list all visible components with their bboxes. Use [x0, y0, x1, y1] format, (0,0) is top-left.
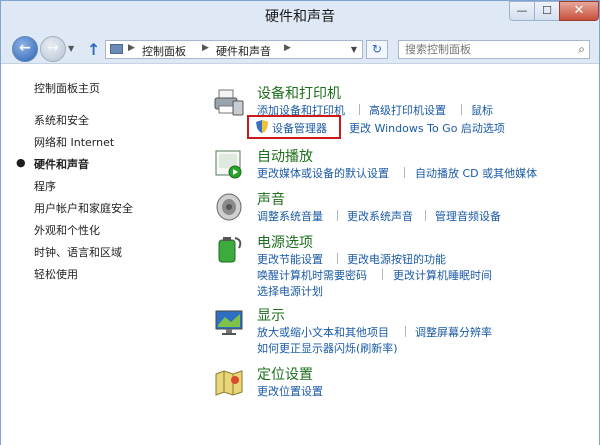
link-separator	[359, 104, 360, 115]
link-windows-to-go[interactable]: 更改 Windows To Go 启动选项	[349, 120, 505, 136]
link-autoplay-cd[interactable]: 自动播放 CD 或其他媒体	[415, 165, 537, 181]
monitor-icon[interactable]	[213, 307, 245, 339]
address-bar[interactable]: ▶ 控制面板 ▶ 硬件和声音 ▶ ▼	[105, 40, 363, 59]
category-title-devices-printers[interactable]: 设备和打印机	[257, 83, 341, 103]
link-choose-power-plan[interactable]: 选择电源计划	[257, 283, 323, 299]
breadcrumb-control-panel[interactable]: 控制面板	[142, 43, 186, 59]
link-change-default-media-settings[interactable]: 更改媒体或设备的默认设置	[257, 165, 389, 181]
back-arrow-icon: ←	[19, 40, 31, 56]
link-manage-audio-devices[interactable]: 管理音频设备	[435, 208, 501, 224]
minimize-button[interactable]: —	[509, 1, 535, 21]
category-title-autoplay[interactable]: 自动播放	[257, 146, 313, 166]
minimize-icon: —	[516, 4, 528, 17]
link-change-system-sounds[interactable]: 更改系统声音	[347, 208, 413, 224]
link-make-text-larger-smaller[interactable]: 放大或缩小文本和其他项目	[257, 324, 389, 340]
link-adjust-system-volume[interactable]: 调整系统音量	[257, 208, 323, 224]
category-title-location-settings[interactable]: 定位设置	[257, 364, 313, 384]
sidebar-item-appearance[interactable]: 外观和个性化	[34, 222, 100, 238]
refresh-icon: ↻	[371, 42, 383, 56]
device-manager-highlight-box	[247, 115, 341, 139]
address-dropdown-icon[interactable]: ▼	[351, 45, 357, 54]
battery-icon[interactable]	[213, 234, 245, 266]
current-item-bullet: ●	[16, 156, 26, 169]
search-input[interactable]	[399, 41, 565, 57]
link-separator	[337, 253, 338, 264]
link-change-power-saving-settings[interactable]: 更改节能设置	[257, 251, 323, 267]
autoplay-icon[interactable]	[213, 148, 245, 180]
sidebar-item-ease-of-access[interactable]: 轻松使用	[34, 266, 78, 282]
breadcrumb-separator[interactable]: ▶	[202, 43, 209, 53]
control-panel-window: 硬件和声音 — ☐ ✕ ← → ▼ ↑ ▶ 控制面板 ▶ 硬件和声音 ▶ ▼ ↻…	[0, 0, 600, 445]
maximize-button[interactable]: ☐	[534, 1, 560, 21]
sidebar-item-network[interactable]: 网络和 Internet	[34, 134, 114, 150]
link-separator	[461, 104, 462, 115]
sidebar-item-clock-region[interactable]: 时钟、语言和区域	[34, 244, 122, 260]
sidebar-item-user-accounts[interactable]: 用户帐户和家庭安全	[34, 200, 133, 216]
search-icon[interactable]: ⌕	[578, 42, 585, 57]
forward-button[interactable]: →	[40, 36, 66, 62]
link-separator	[382, 269, 383, 280]
link-advanced-printer-setup[interactable]: 高级打印机设置	[369, 102, 446, 118]
link-change-sleep-time[interactable]: 更改计算机睡眠时间	[393, 267, 492, 283]
title-bar: 硬件和声音 — ☐ ✕	[1, 1, 599, 31]
back-button[interactable]: ←	[12, 36, 38, 62]
category-title-sound[interactable]: 声音	[257, 189, 285, 209]
breadcrumb-separator[interactable]: ▶	[128, 43, 135, 53]
forward-arrow-icon: →	[47, 40, 59, 56]
printer-icon[interactable]	[213, 87, 245, 119]
close-button[interactable]: ✕	[559, 1, 599, 21]
sidebar-item-home[interactable]: 控制面板主页	[34, 80, 100, 96]
link-require-password-on-wakeup[interactable]: 唤醒计算机时需要密码	[257, 267, 367, 283]
sidebar-item-hardware-sound[interactable]: 硬件和声音	[34, 156, 89, 172]
link-separator	[404, 167, 405, 178]
navigation-bar: ← → ▼ ↑ ▶ 控制面板 ▶ 硬件和声音 ▶ ▼ ↻ ⌕	[1, 31, 599, 63]
sidebar: 控制面板主页 系统和安全 网络和 Internet ● 硬件和声音 程序 用户帐…	[1, 64, 198, 445]
search-box[interactable]: ⌕	[398, 40, 590, 59]
control-panel-icon	[110, 44, 123, 54]
refresh-button[interactable]: ↻	[366, 40, 388, 59]
recent-pages-dropdown[interactable]: ▼	[68, 44, 74, 53]
link-separator	[405, 326, 406, 337]
link-separator	[337, 210, 338, 221]
category-title-power-options[interactable]: 电源选项	[257, 232, 313, 252]
maximize-icon: ☐	[542, 4, 552, 17]
category-title-display[interactable]: 显示	[257, 305, 285, 325]
location-icon[interactable]	[213, 366, 245, 398]
link-separator	[425, 210, 426, 221]
speaker-icon[interactable]	[213, 191, 245, 223]
close-icon: ✕	[573, 3, 585, 18]
link-fix-monitor-flicker[interactable]: 如何更正显示器闪烁(刷新率)	[257, 340, 398, 356]
link-change-power-button[interactable]: 更改电源按钮的功能	[347, 251, 446, 267]
breadcrumb-separator[interactable]: ▶	[284, 43, 291, 53]
sidebar-item-system-security[interactable]: 系统和安全	[34, 112, 89, 128]
up-button[interactable]: ↑	[87, 40, 100, 59]
breadcrumb-hardware-sound[interactable]: 硬件和声音	[216, 43, 271, 59]
link-change-location-settings[interactable]: 更改位置设置	[257, 383, 323, 399]
link-adjust-screen-resolution[interactable]: 调整屏幕分辨率	[415, 324, 492, 340]
sidebar-item-programs[interactable]: 程序	[34, 178, 56, 194]
link-mouse[interactable]: 鼠标	[471, 102, 493, 118]
